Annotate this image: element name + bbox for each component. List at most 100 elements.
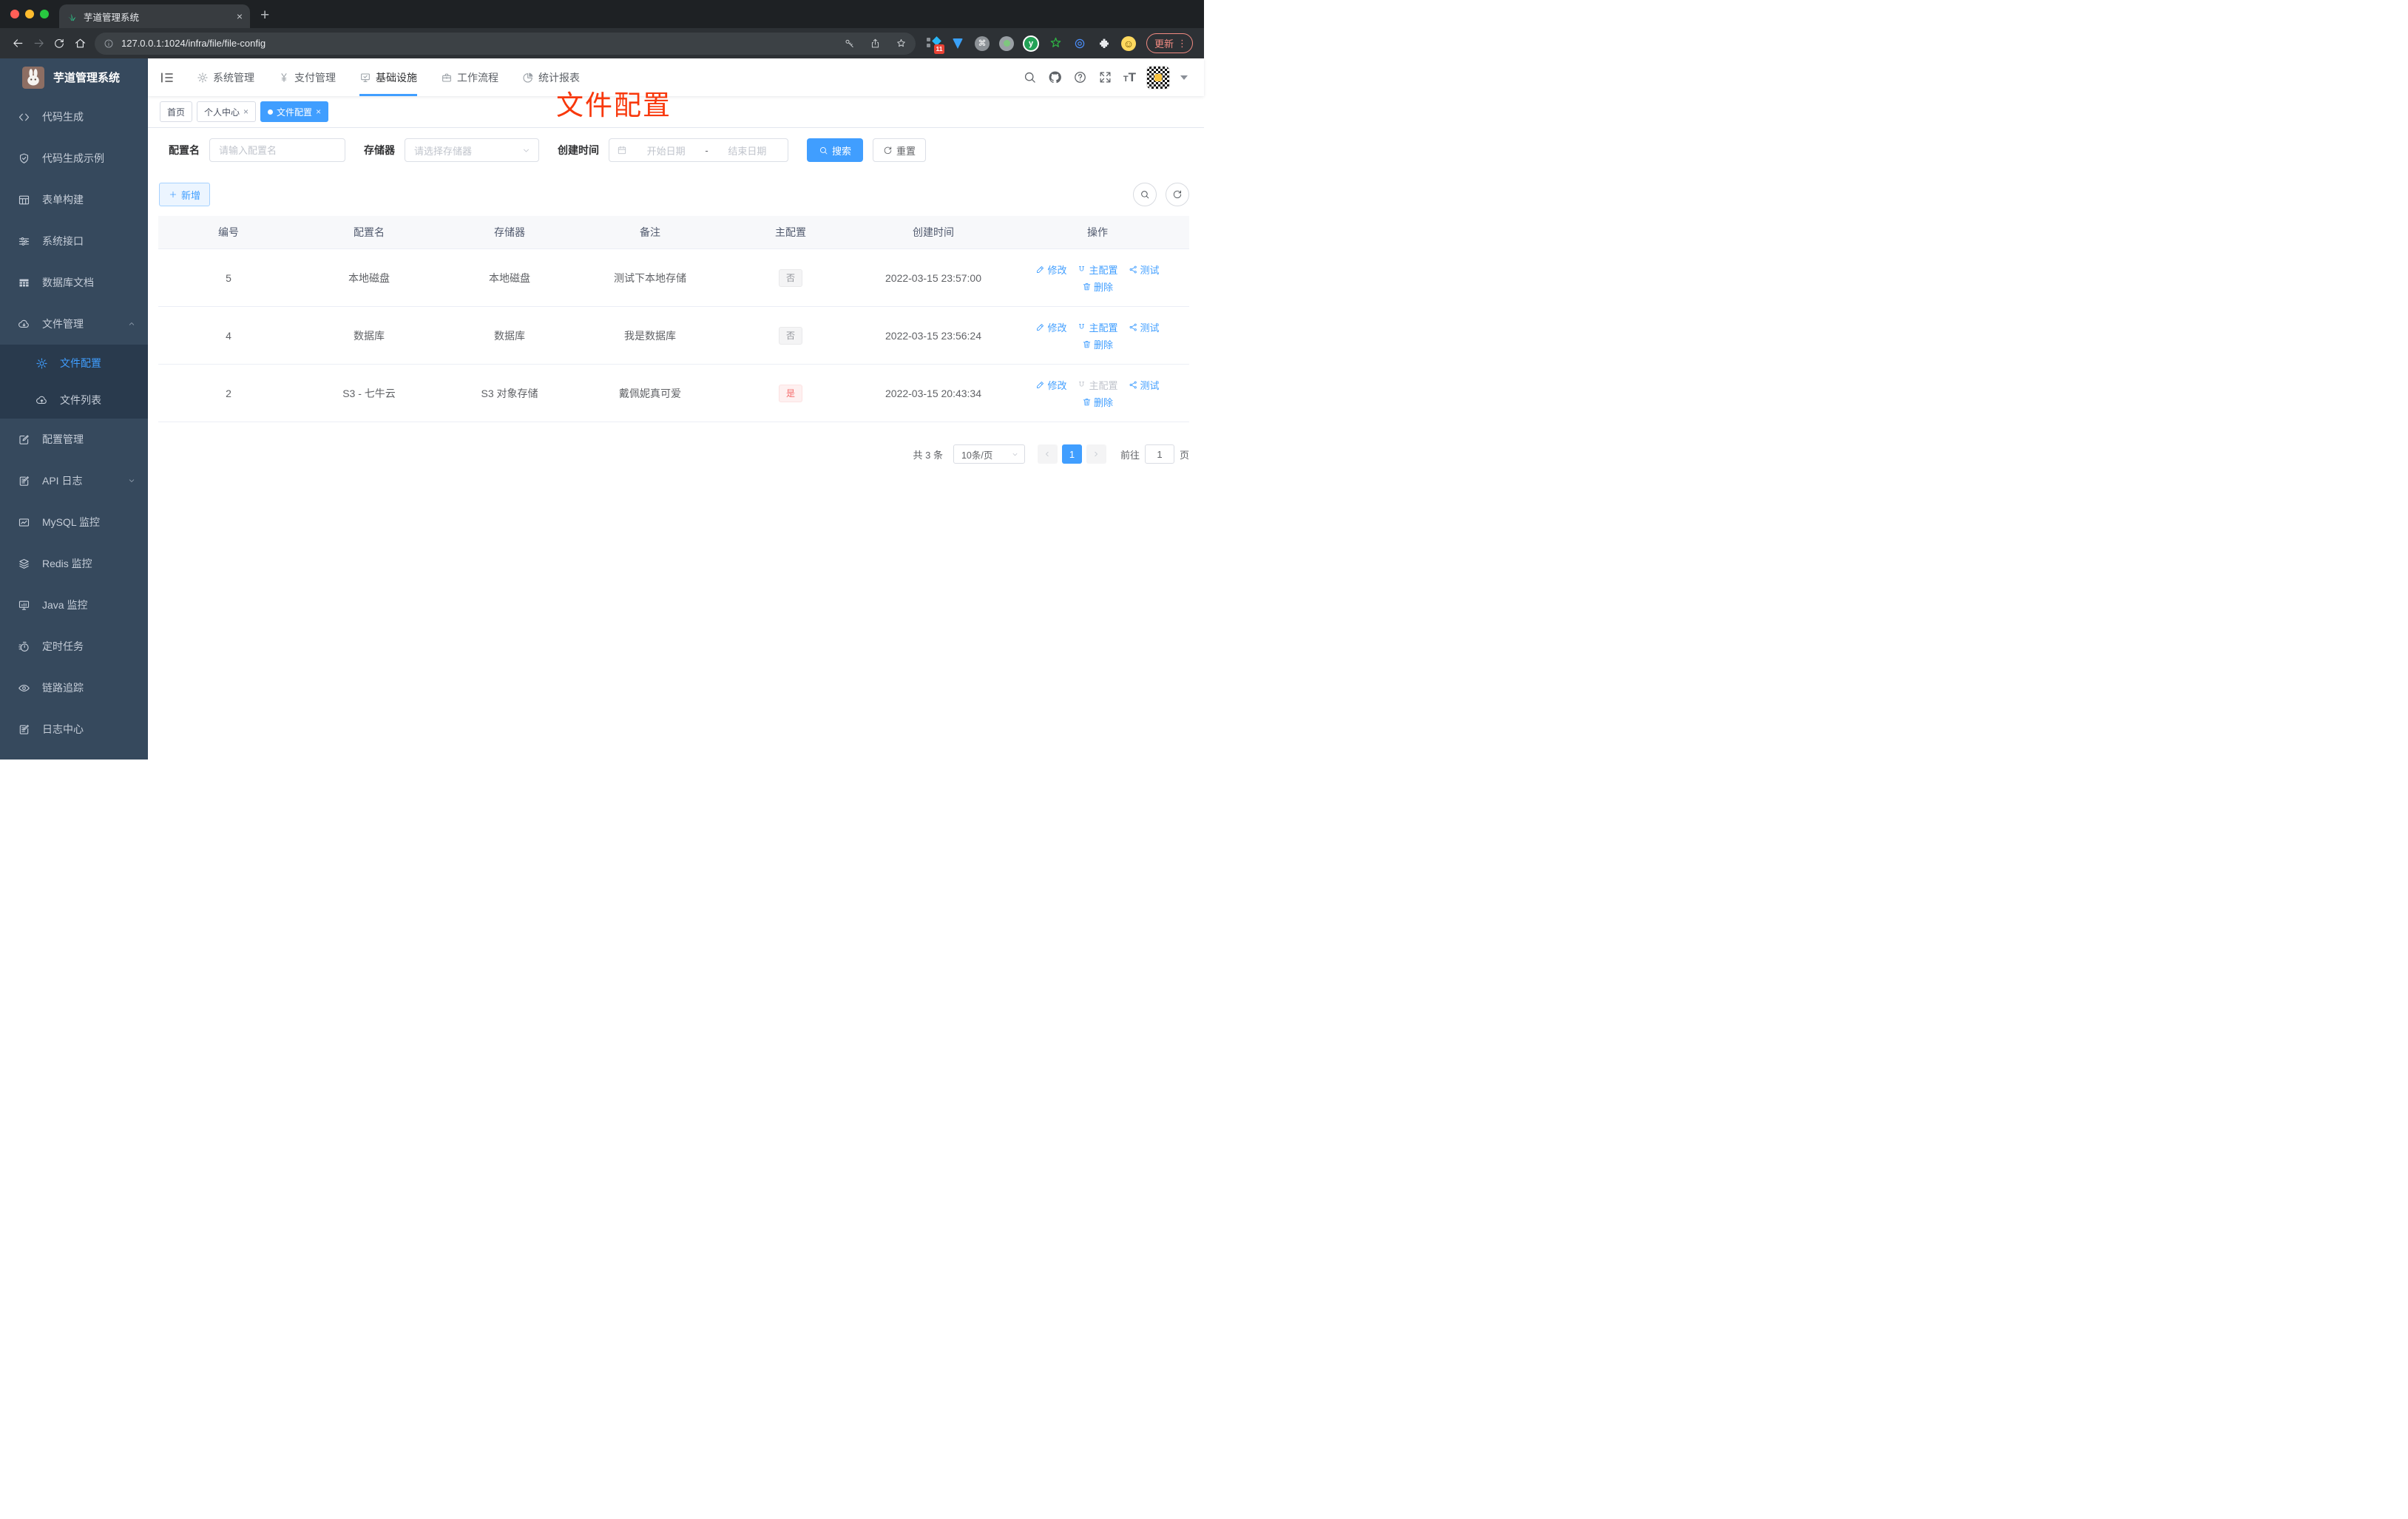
file-config-table: 编号 配置名 存储器 备注 主配置 创建时间 操作 5 本地磁盘 本地磁盘 测试 xyxy=(158,216,1189,422)
active-dot xyxy=(268,109,274,115)
tab-close-icon[interactable]: × xyxy=(237,10,243,22)
search-icon[interactable] xyxy=(1023,70,1037,84)
sidebar-item-file-config[interactable]: 文件配置 xyxy=(0,345,148,382)
sidebar-item-label: Java 监控 xyxy=(42,599,88,611)
sidebar-item-log-center[interactable]: 日志中心 xyxy=(0,708,148,750)
tag-file-config[interactable]: 文件配置 × xyxy=(260,101,329,122)
address-bar[interactable]: 127.0.0.1:1024/infra/file/file-config xyxy=(95,32,916,55)
star-extension-icon[interactable] xyxy=(1047,35,1063,52)
sidebar-item-scheduled-tasks[interactable]: 定时任务 xyxy=(0,626,148,667)
page-size-select[interactable]: 10条/页 xyxy=(953,444,1025,464)
sidebar-item-db-doc[interactable]: 数据库文档 xyxy=(0,262,148,303)
sidebar: 芋道管理系统 代码生成 代码生成示例 表单构建 系统接口 数据库文档 文件管理 xyxy=(0,58,148,760)
page-number-1[interactable]: 1 xyxy=(1061,444,1082,464)
test-action[interactable]: 测试 xyxy=(1129,320,1160,334)
sidebar-item-form-builder[interactable]: 表单构建 xyxy=(0,179,148,220)
prev-page-button[interactable] xyxy=(1037,444,1058,464)
y-extension-icon[interactable]: y xyxy=(1023,35,1039,52)
edit-action[interactable]: 修改 xyxy=(1035,320,1066,334)
browser-menu-icon[interactable]: ⋮ xyxy=(1177,38,1187,50)
github-icon[interactable] xyxy=(1048,70,1062,84)
test-action[interactable]: 测试 xyxy=(1129,263,1160,277)
forward-button[interactable] xyxy=(28,33,49,54)
window-minimize-button[interactable] xyxy=(25,10,34,18)
browser-tab[interactable]: 芋道管理系统 × xyxy=(59,4,250,28)
sidebar-item-trace[interactable]: 链路追踪 xyxy=(0,667,148,708)
url-text[interactable]: 127.0.0.1:1024/infra/file/file-config xyxy=(121,38,829,49)
sidebar-item-label: 表单构建 xyxy=(42,194,84,206)
next-page-button[interactable] xyxy=(1086,444,1106,464)
share-icon xyxy=(1129,322,1138,332)
sidebar-item-file-management[interactable]: 文件管理 xyxy=(0,303,148,345)
sidebar-item-code-gen[interactable]: 代码生成 xyxy=(0,96,148,138)
sidebar-fold-icon[interactable] xyxy=(160,70,175,85)
sidebar-item-code-demo[interactable]: 代码生成示例 xyxy=(0,138,148,179)
add-button[interactable]: 新增 xyxy=(159,183,211,206)
emoji-extension-icon[interactable]: ☺ xyxy=(1120,35,1137,52)
share-icon[interactable] xyxy=(870,38,881,49)
window-close-button[interactable] xyxy=(10,10,19,18)
gem-extension-icon[interactable] xyxy=(950,35,966,52)
master-config-action[interactable]: 主配置 xyxy=(1077,320,1118,334)
pencil-icon xyxy=(1035,322,1045,332)
tab-infrastructure[interactable]: 基础设施 xyxy=(348,58,429,96)
command-extension-icon[interactable]: ⌘ xyxy=(974,35,990,52)
test-action[interactable]: 测试 xyxy=(1129,378,1160,392)
bookmark-star-icon[interactable] xyxy=(896,38,907,49)
target-extension-icon[interactable] xyxy=(1072,35,1088,52)
date-range-picker[interactable]: 开始日期 - 结束日期 xyxy=(609,138,788,162)
puzzle-extension-icon[interactable] xyxy=(1096,35,1112,52)
sidebar-item-file-list[interactable]: 文件列表 xyxy=(0,382,148,419)
goto-page-input[interactable] xyxy=(1144,444,1174,464)
sidebar-item-config-management[interactable]: 配置管理 xyxy=(0,419,148,460)
name-filter-input[interactable] xyxy=(209,138,345,162)
tab-title: 芋道管理系统 xyxy=(84,12,140,23)
delete-action[interactable]: 删除 xyxy=(1082,280,1113,294)
delete-action[interactable]: 删除 xyxy=(1082,395,1113,409)
site-info-icon[interactable] xyxy=(104,38,114,49)
trash-icon xyxy=(1082,397,1092,407)
avatar[interactable] xyxy=(1146,65,1170,89)
sidebar-item-system-api[interactable]: 系统接口 xyxy=(0,220,148,262)
chevron-right-icon xyxy=(1092,450,1100,459)
pinned-extension-icon[interactable]: 11 xyxy=(925,35,944,54)
tag-home[interactable]: 首页 xyxy=(160,101,193,122)
font-size-icon[interactable]: TT xyxy=(1123,71,1136,84)
tab-payment-management[interactable]: 支付管理 xyxy=(266,58,348,96)
window-zoom-button[interactable] xyxy=(40,10,49,18)
reset-button[interactable]: 重置 xyxy=(873,138,927,162)
dot-extension-icon[interactable] xyxy=(998,35,1015,52)
tab-system-management[interactable]: 系统管理 xyxy=(185,58,266,96)
chevron-down-icon xyxy=(521,146,531,155)
home-button[interactable] xyxy=(70,33,90,54)
user-menu-caret-icon[interactable] xyxy=(1180,75,1188,84)
master-config-action[interactable]: 主配置 xyxy=(1077,263,1118,277)
close-icon[interactable]: × xyxy=(243,106,248,117)
back-button[interactable] xyxy=(7,33,28,54)
sidebar-item-java-monitor[interactable]: Java 监控 xyxy=(0,584,148,626)
log-icon xyxy=(18,723,30,736)
sidebar-item-mysql-monitor[interactable]: MySQL 监控 xyxy=(0,501,148,543)
tag-personal-center[interactable]: 个人中心 × xyxy=(197,101,257,122)
sidebar-logo[interactable]: 芋道管理系统 xyxy=(0,58,148,96)
reload-button[interactable] xyxy=(49,33,70,54)
delete-action[interactable]: 删除 xyxy=(1082,337,1113,351)
col-header-actions: 操作 xyxy=(1006,216,1189,249)
tab-workflow[interactable]: 工作流程 xyxy=(429,58,510,96)
tab-reports[interactable]: 统计报表 xyxy=(510,58,592,96)
search-button[interactable]: 搜索 xyxy=(807,138,864,162)
sidebar-item-api-log[interactable]: API 日志 xyxy=(0,460,148,501)
form-icon xyxy=(18,194,30,206)
browser-update-button[interactable]: 更新 ⋮ xyxy=(1146,33,1194,53)
toggle-search-button[interactable] xyxy=(1133,183,1157,206)
fullscreen-icon[interactable] xyxy=(1098,70,1112,84)
key-icon[interactable] xyxy=(844,38,855,49)
storage-select[interactable]: 请选择存储器 xyxy=(405,138,539,162)
sidebar-item-redis-monitor[interactable]: Redis 监控 xyxy=(0,543,148,584)
refresh-table-button[interactable] xyxy=(1166,183,1189,206)
close-icon[interactable]: × xyxy=(316,106,321,117)
new-tab-button[interactable]: + xyxy=(260,7,269,24)
edit-action[interactable]: 修改 xyxy=(1035,378,1066,392)
help-icon[interactable] xyxy=(1073,70,1087,84)
edit-action[interactable]: 修改 xyxy=(1035,263,1066,277)
